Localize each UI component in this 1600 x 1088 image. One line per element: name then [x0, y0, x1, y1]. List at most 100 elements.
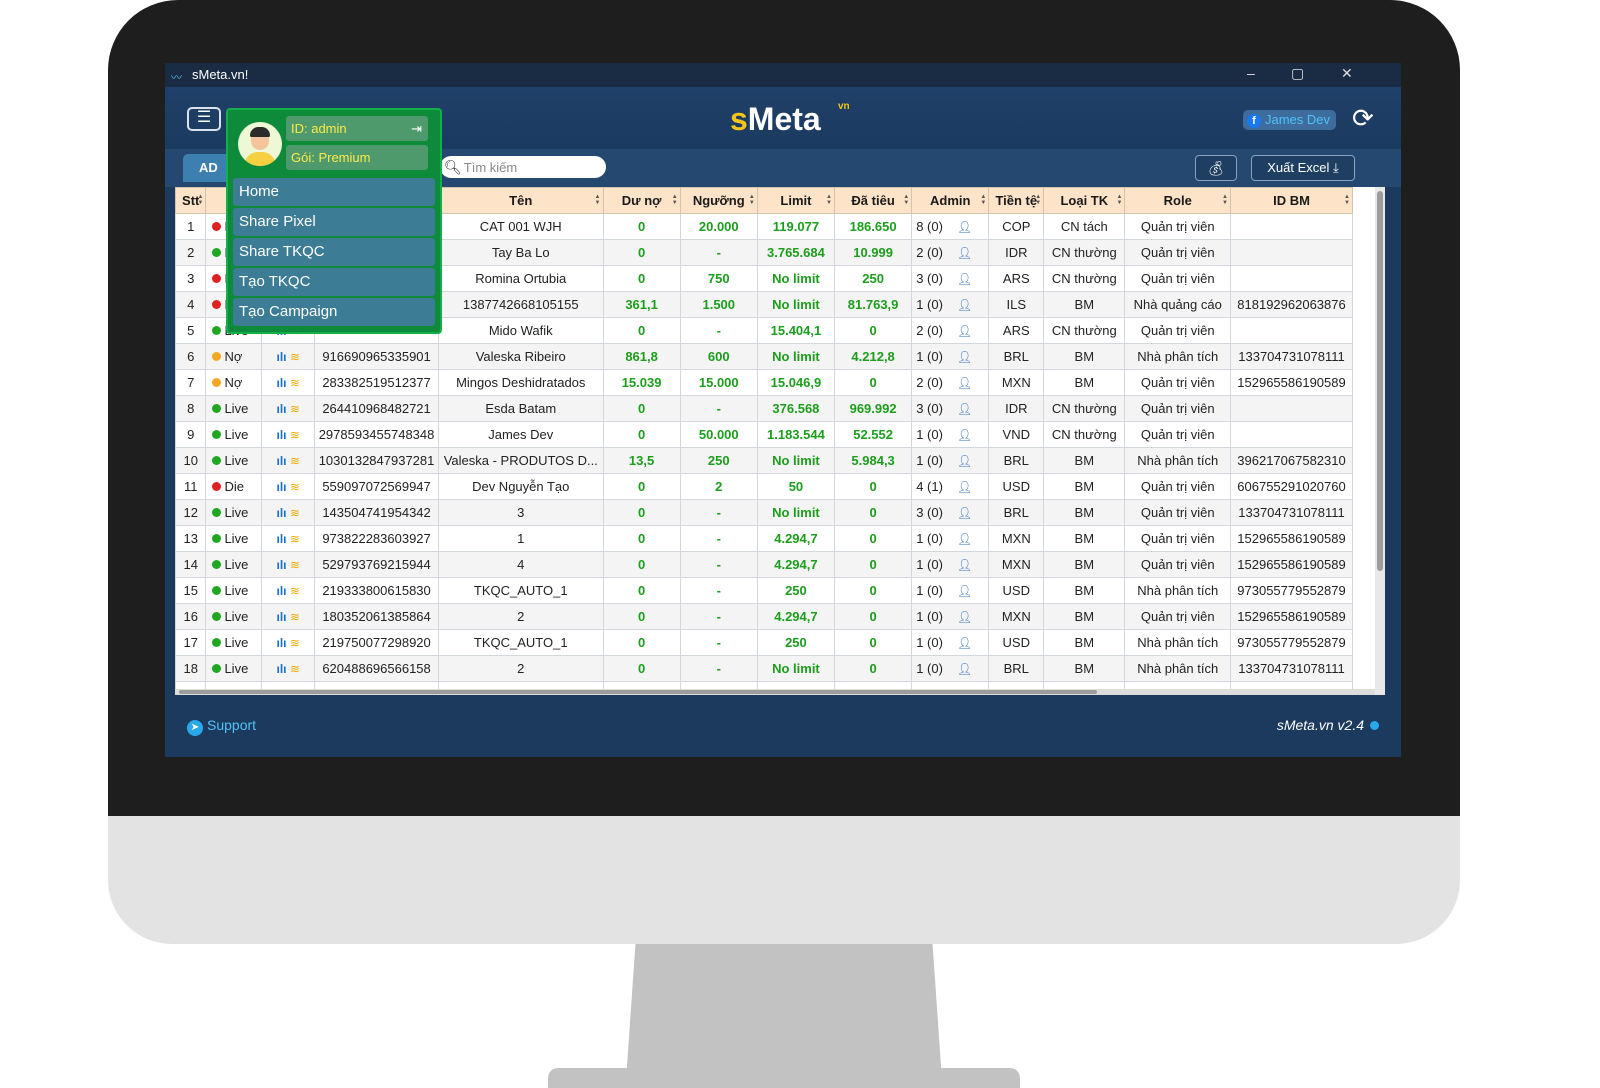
coins-icon[interactable]: ≋ — [287, 584, 300, 598]
bar-chart-icon[interactable]: ılı — [276, 350, 286, 364]
user-edit-icon[interactable]: 👤︎ — [957, 324, 972, 338]
menu-item-share-tkqc[interactable]: Share TKQC — [233, 238, 435, 266]
bar-chart-icon[interactable]: ılı — [276, 584, 286, 598]
user-edit-icon[interactable]: 👤︎ — [957, 376, 972, 390]
user-edit-icon[interactable]: 👤︎ — [957, 402, 972, 416]
coins-icon[interactable]: ≋ — [287, 506, 300, 520]
sort-icon[interactable]: ▲▼ — [826, 194, 832, 206]
sort-icon[interactable]: ▲▼ — [1116, 194, 1122, 206]
column-header[interactable]: Role ▲▼ — [1124, 187, 1232, 214]
bar-chart-icon[interactable]: ılı — [276, 480, 286, 494]
user-edit-icon[interactable]: 👤︎ — [957, 532, 972, 546]
bar-chart-icon[interactable]: ılı — [276, 532, 286, 546]
bar-chart-icon[interactable]: ılı — [276, 662, 286, 676]
table-row[interactable]: 7 Nợ ılı ≋ 283382519512377 Mingos Deshidrata… — [175, 369, 1353, 396]
bar-chart-icon[interactable]: ılı — [276, 376, 286, 390]
column-header[interactable]: Admin ▲▼ — [911, 187, 990, 214]
table-row[interactable]: 12 Live ılı ≋ 143504741954342 3 0- No limit 0 3 … — [175, 499, 1353, 526]
user-chip[interactable]: f James Dev — [1243, 110, 1337, 130]
column-header[interactable]: Ngưỡng ▲▼ — [679, 187, 758, 214]
bar-chart-icon[interactable]: ılı — [276, 636, 286, 650]
coins-icon[interactable]: ≋ — [287, 662, 300, 676]
user-edit-icon[interactable]: 👤︎ — [957, 506, 972, 520]
user-edit-icon[interactable]: 👤︎ — [957, 558, 972, 572]
bar-chart-icon[interactable]: ılı — [276, 454, 286, 468]
column-header[interactable]: Tên ▲▼ — [437, 187, 604, 214]
column-header[interactable]: Loại TK ▲▼ — [1043, 187, 1126, 214]
menu-item-create-campaign[interactable]: Tạo Campaign — [233, 298, 435, 326]
refresh-icon[interactable]: ⟳ — [1352, 103, 1374, 134]
coins-icon[interactable]: ≋ — [287, 558, 300, 572]
coins-icon[interactable]: ≋ — [287, 480, 300, 494]
user-edit-icon[interactable]: 👤︎ — [957, 584, 972, 598]
user-edit-icon[interactable]: 👤︎ — [957, 428, 972, 442]
menu-item-share-pixel[interactable]: Share Pixel — [233, 208, 435, 236]
sort-icon[interactable]: ▲▼ — [1344, 194, 1350, 206]
user-edit-icon[interactable]: 👤︎ — [957, 220, 972, 234]
sort-icon[interactable]: ▲▼ — [672, 194, 678, 206]
table-row[interactable]: 17 Live ılı ≋ 219750077298920 TKQC_AUTO_1 0-2… — [175, 629, 1353, 656]
column-header[interactable]: Limit ▲▼ — [756, 187, 836, 214]
table-row[interactable]: 10 Live ılı ≋ 1030132847937281 Valeska - PRO… — [175, 447, 1353, 474]
coins-icon[interactable]: ≋ — [287, 350, 300, 364]
money-bag-button[interactable]: 💰︎ — [1195, 155, 1237, 181]
logout-icon[interactable]: ⇥ — [411, 116, 422, 141]
bar-chart-icon[interactable]: ılı — [276, 558, 286, 572]
menu-item-home[interactable]: Home — [233, 178, 435, 206]
support-label: Support — [207, 717, 257, 733]
table-row[interactable]: 9 Live ılı ≋ 2978593455748348 James Dev 0 50.0… — [175, 421, 1353, 448]
table-row[interactable]: 14 Live ılı ≋ 529793769215944 4 0-4.294,7 0 1 (… — [175, 551, 1353, 578]
table-row[interactable]: 6 Nợ ılı ≋ 916690965335901 Valeska Ribeiro 86… — [175, 343, 1353, 370]
bar-chart-icon[interactable]: ılı — [276, 402, 286, 416]
table-row[interactable]: 13 Live ılı ≋ 973822283603927 1 0-4.294,7 0 1 (… — [175, 525, 1353, 552]
sort-icon[interactable]: ▲▼ — [197, 194, 203, 206]
sort-icon[interactable]: ▲▼ — [595, 194, 601, 206]
column-header[interactable]: Stt ▲▼ — [175, 187, 207, 214]
minimize-button[interactable]: – — [1247, 65, 1255, 81]
table-row[interactable]: 18 Live ılı ≋ 620488696566158 2 0- No limit 0 1 … — [175, 655, 1353, 682]
coins-icon[interactable]: ≋ — [287, 610, 300, 624]
coins-icon[interactable]: ≋ — [287, 532, 300, 546]
sort-icon[interactable]: ▲▼ — [1035, 194, 1041, 206]
user-edit-icon[interactable]: 👤︎ — [957, 662, 972, 676]
user-edit-icon[interactable]: 👤︎ — [957, 636, 972, 650]
coins-icon[interactable]: ≋ — [287, 636, 300, 650]
vertical-scroll-thumb[interactable] — [1377, 191, 1383, 571]
horizontal-scrollbar[interactable] — [175, 689, 1375, 695]
horizontal-scroll-thumb[interactable] — [179, 690, 1097, 694]
user-edit-icon[interactable]: 👤︎ — [957, 610, 972, 624]
vertical-scrollbar[interactable] — [1375, 187, 1385, 695]
bar-chart-icon[interactable]: ılı — [276, 428, 286, 442]
search-input[interactable]: 🔍︎ Tìm kiếm — [440, 156, 606, 178]
table-row[interactable]: 15 Live ılı ≋ 219333800615830 TKQC_AUTO_1 0-2… — [175, 577, 1353, 604]
user-edit-icon[interactable]: 👤︎ — [957, 350, 972, 364]
coins-icon[interactable]: ≋ — [287, 376, 300, 390]
hamburger-menu-button[interactable]: ☰ — [187, 107, 221, 131]
user-edit-icon[interactable]: 👤︎ — [957, 246, 972, 260]
sort-icon[interactable]: ▲▼ — [903, 194, 909, 206]
user-edit-icon[interactable]: 👤︎ — [957, 272, 972, 286]
support-link[interactable]: ➤ Support — [187, 717, 256, 736]
export-excel-button[interactable]: Xuất Excel ⤓ — [1251, 155, 1355, 181]
column-header[interactable]: Tiền tệ ▲▼ — [988, 187, 1045, 214]
bar-chart-icon[interactable]: ılı — [276, 506, 286, 520]
table-row[interactable]: 11 Die ılı ≋ 559097072569947 Dev Nguyễn Tạo 0… — [175, 473, 1353, 500]
coins-icon[interactable]: ≋ — [287, 454, 300, 468]
user-edit-icon[interactable]: 👤︎ — [957, 480, 972, 494]
column-header[interactable]: Đã tiêu ▲▼ — [834, 187, 913, 214]
table-row[interactable]: 8 Live ılı ≋ 264410968482721 Esda Batam 0-376… — [175, 395, 1353, 422]
bar-chart-icon[interactable]: ılı — [276, 610, 286, 624]
coins-icon[interactable]: ≋ — [287, 428, 300, 442]
column-header[interactable]: ID BM ▲▼ — [1230, 187, 1353, 214]
coins-icon[interactable]: ≋ — [287, 402, 300, 416]
sort-icon[interactable]: ▲▼ — [1222, 194, 1228, 206]
menu-item-create-tkqc[interactable]: Tạo TKQC — [233, 268, 435, 296]
table-row[interactable]: 16 Live ılı ≋ 180352061385864 2 0-4.294,7 0 1 (… — [175, 603, 1353, 630]
close-button[interactable]: ✕ — [1341, 65, 1353, 82]
column-header[interactable]: Dư nợ ▲▼ — [602, 187, 681, 214]
sort-icon[interactable]: ▲▼ — [980, 194, 986, 206]
user-edit-icon[interactable]: 👤︎ — [957, 298, 972, 312]
sort-icon[interactable]: ▲▼ — [749, 194, 755, 206]
maximize-button[interactable]: ▢ — [1291, 65, 1304, 82]
user-edit-icon[interactable]: 👤︎ — [957, 454, 972, 468]
